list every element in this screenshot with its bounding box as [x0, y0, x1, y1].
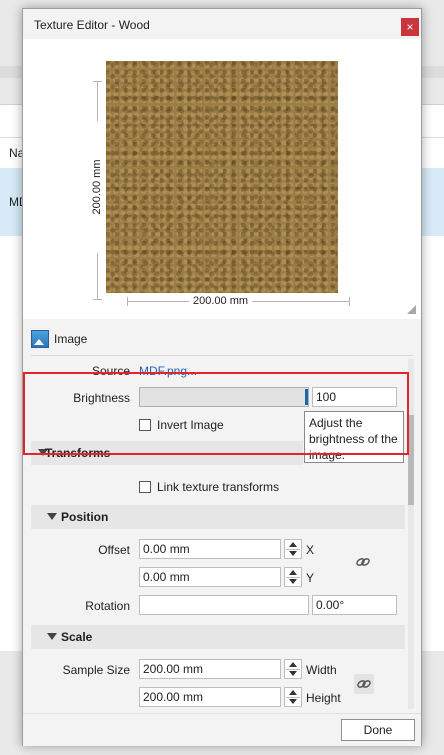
resize-grip-icon[interactable]	[407, 305, 416, 314]
transforms-header-label: Transforms	[45, 446, 111, 460]
sample-height-label: Height	[306, 691, 341, 705]
link-transforms-checkbox[interactable]	[139, 481, 151, 493]
sample-width-input[interactable]: 200.00 mm	[139, 659, 281, 679]
offset-x-axis-label: X	[306, 543, 315, 557]
brightness-tooltip: Adjust the brightness of the image.	[304, 411, 404, 463]
invert-image-label: Invert Image	[157, 418, 224, 432]
brightness-input[interactable]: 100	[312, 387, 397, 407]
done-button[interactable]: Done	[341, 719, 415, 741]
dialog-footer: Done	[23, 713, 421, 746]
dialog-title: Texture Editor - Wood	[34, 18, 150, 32]
position-header[interactable]: Position	[31, 505, 405, 529]
rotation-slider[interactable]	[139, 595, 309, 615]
invert-image-checkbox[interactable]	[139, 419, 151, 431]
offset-x-stepper[interactable]	[284, 539, 302, 559]
offset-y-input[interactable]: 0.00 mm	[139, 567, 281, 587]
width-dimension-tick-left	[127, 297, 128, 306]
position-header-label: Position	[61, 510, 109, 524]
close-button[interactable]: ×	[401, 18, 419, 36]
image-section-label: Image	[54, 332, 88, 346]
properties-scroll-thumb[interactable]	[408, 415, 414, 505]
brightness-label: Brightness	[73, 391, 130, 405]
offset-label: Offset	[98, 543, 130, 557]
width-dimension-tick-right	[349, 297, 350, 306]
link-offset-icon[interactable]	[353, 552, 373, 572]
title-bar[interactable]: Texture Editor - Wood ×	[23, 9, 421, 39]
link-sample-size-icon[interactable]	[354, 674, 374, 694]
collapse-triangle-icon	[47, 513, 57, 520]
texture-image	[106, 61, 338, 293]
sample-size-label: Sample Size	[62, 663, 130, 677]
source-link[interactable]: MDF.png...	[139, 364, 197, 378]
source-label: Source	[91, 364, 130, 378]
image-icon	[31, 330, 49, 348]
properties-panel: Image Source MDF.png... Brightness 100 I…	[23, 319, 421, 713]
height-dimension-tick-bottom	[93, 299, 102, 300]
height-dimension-label: 200.00 mm	[91, 121, 103, 253]
sample-height-stepper[interactable]	[284, 687, 302, 707]
texture-preview-area: 200.00 mm 200.00 mm	[23, 39, 421, 319]
offset-y-stepper[interactable]	[284, 567, 302, 587]
link-transforms-label: Link texture transforms	[157, 480, 280, 494]
transforms-header[interactable]: Transforms	[31, 441, 303, 465]
collapse-triangle-icon	[47, 633, 57, 640]
height-dimension-tick-top	[93, 81, 102, 82]
sample-width-stepper[interactable]	[284, 659, 302, 679]
scale-header-label: Scale	[61, 630, 93, 644]
width-dimension-label: 200.00 mm	[189, 295, 253, 307]
rotation-input[interactable]: 0.00°	[312, 595, 397, 615]
scale-header[interactable]: Scale	[31, 625, 405, 649]
section-divider	[31, 355, 413, 356]
texture-editor-dialog: Texture Editor - Wood × 200.00 mm 200.00…	[22, 8, 422, 746]
brightness-slider-thumb[interactable]	[305, 389, 308, 405]
rotation-label: Rotation	[85, 599, 130, 613]
brightness-slider[interactable]	[139, 387, 309, 407]
sample-width-label: Width	[306, 663, 337, 677]
properties-scrollbar[interactable]	[408, 359, 414, 709]
offset-x-input[interactable]: 0.00 mm	[139, 539, 281, 559]
sample-height-input[interactable]: 200.00 mm	[139, 687, 281, 707]
offset-y-axis-label: Y	[306, 571, 315, 585]
